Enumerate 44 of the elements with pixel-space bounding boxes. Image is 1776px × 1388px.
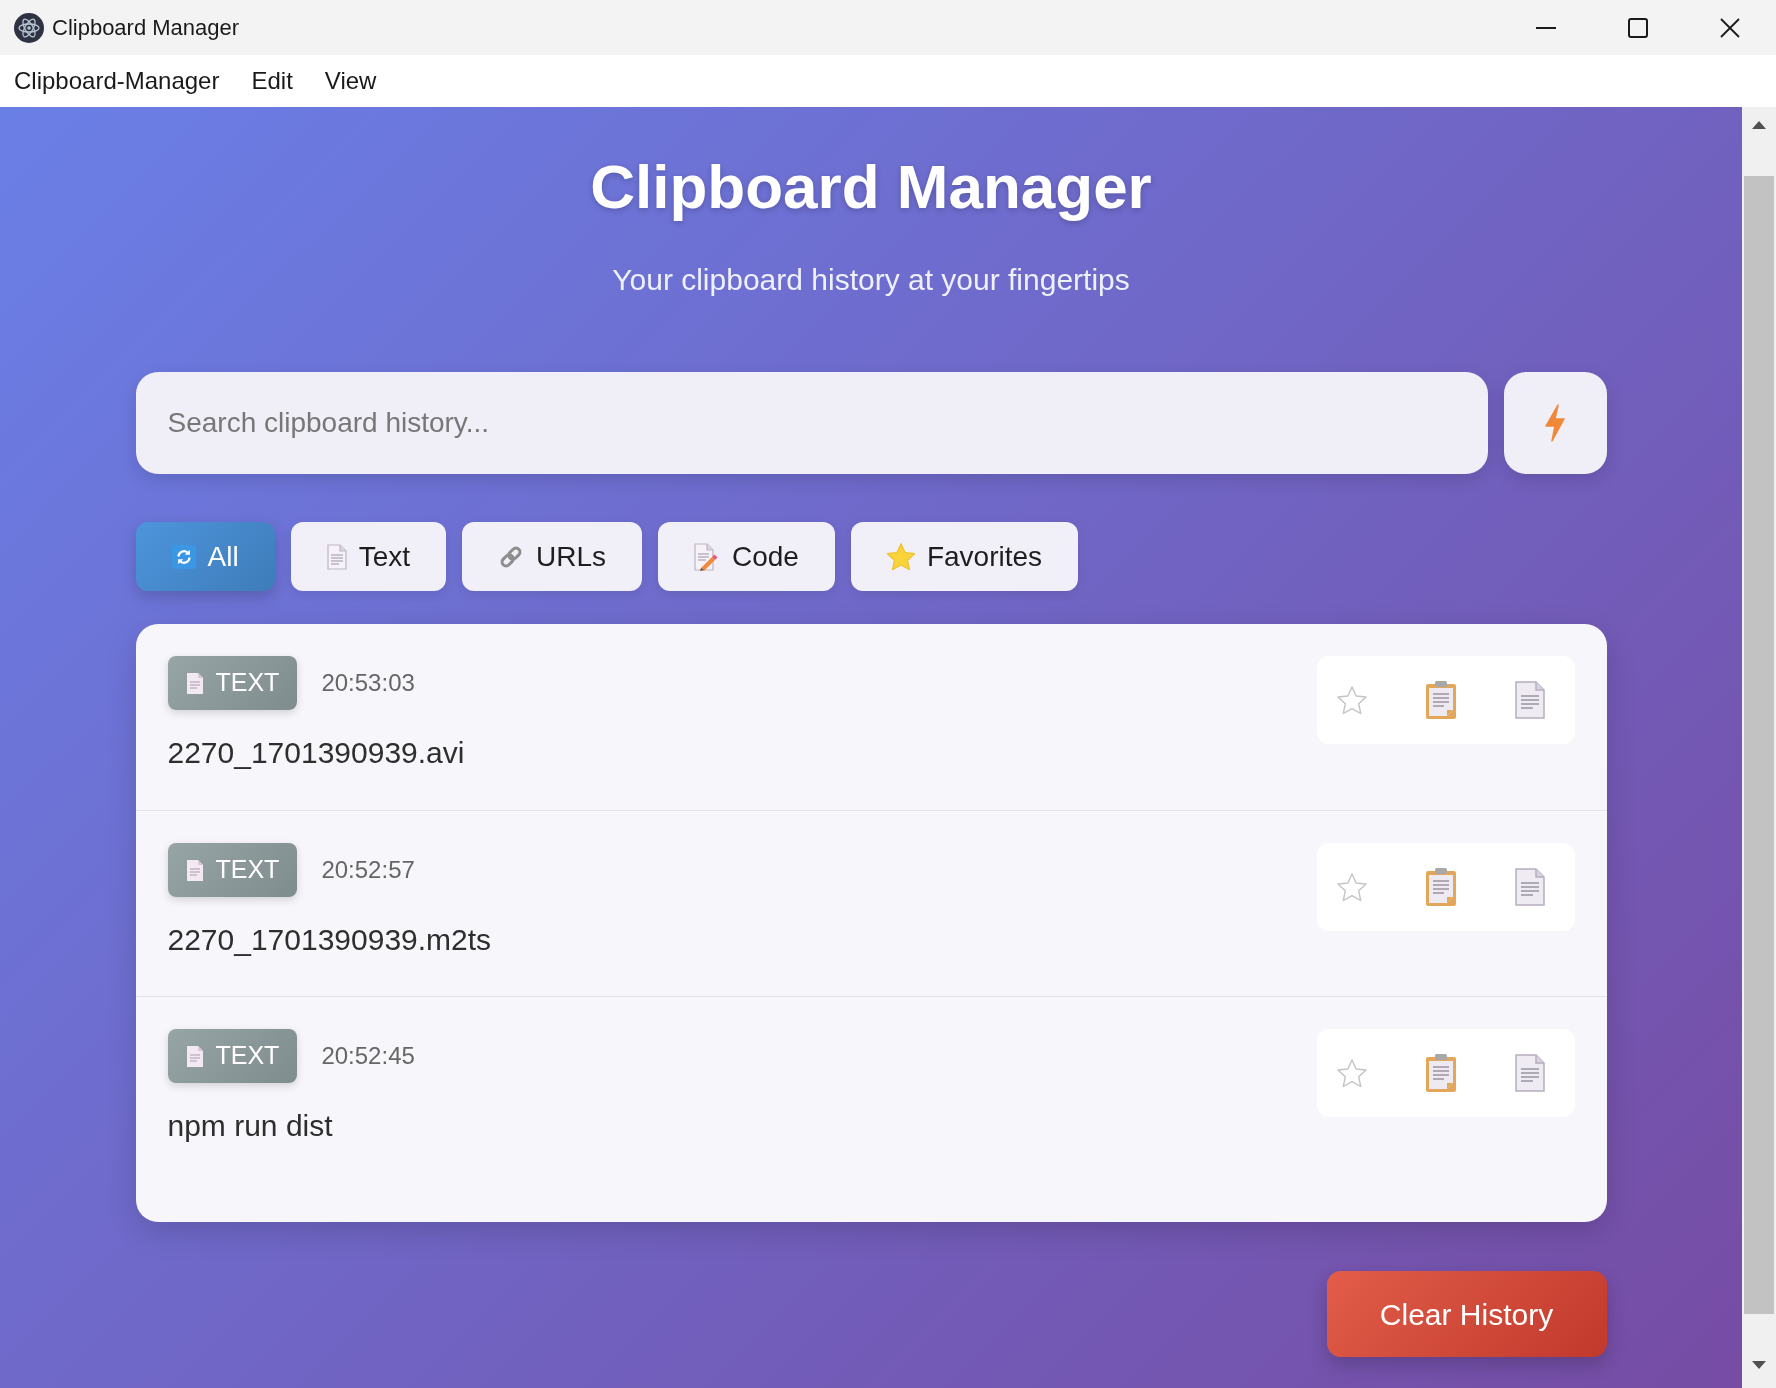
document-pencil-icon: [694, 542, 720, 571]
clipboard-icon: [1425, 868, 1456, 906]
clip-content: 2270_1701390939.m2ts: [167, 922, 492, 958]
timestamp: 20:53:03: [321, 668, 415, 698]
type-badge: TEXT: [167, 656, 298, 710]
type-badge: TEXT: [167, 1029, 298, 1083]
maximize-icon: [1628, 17, 1648, 38]
scroll-up-arrow-icon[interactable]: [1752, 121, 1766, 129]
clear-history-button[interactable]: Clear History: [1326, 1271, 1607, 1357]
refresh-icon: [171, 544, 196, 569]
document-icon: [185, 1044, 204, 1068]
star-icon: [886, 542, 915, 571]
close-icon: [1720, 17, 1740, 38]
document-icon: [185, 671, 204, 695]
document-icon: [185, 858, 204, 882]
quick-action-button[interactable]: [1503, 372, 1607, 474]
scroll-down-arrow-icon[interactable]: [1752, 1361, 1766, 1369]
document-icon: [326, 543, 347, 570]
type-badge: TEXT: [167, 843, 298, 897]
clip-content: npm run dist: [167, 1108, 334, 1144]
clipboard-icon: [1425, 1054, 1456, 1092]
filter-tab[interactable]: Text: [290, 522, 446, 591]
lightning-icon: [1544, 404, 1566, 442]
minimize-icon: [1536, 26, 1556, 29]
clip-content: 2270_1701390939.avi: [167, 735, 465, 771]
document-icon: [1514, 681, 1545, 719]
menu-item[interactable]: Edit: [240, 61, 304, 101]
menu-item[interactable]: View: [313, 61, 388, 101]
filter-tab[interactable]: Code: [658, 522, 835, 591]
app-subtitle: Your clipboard history at your fingertips: [611, 262, 1131, 298]
filter-tab[interactable]: URLs: [462, 522, 642, 591]
filter-tab[interactable]: All: [135, 522, 275, 591]
menu-item[interactable]: Clipboard-Manager: [3, 61, 231, 101]
search-field[interactable]: Search clipboard history...: [135, 372, 1488, 474]
clipboard-icon: [1425, 681, 1456, 719]
atom-logo-icon: [14, 12, 44, 43]
app-title: Clipboard Manager: [589, 151, 1153, 223]
timestamp: 20:52:45: [321, 1041, 415, 1071]
window-title: Clipboard Manager: [52, 14, 240, 42]
filter-tab[interactable]: Favorites: [850, 522, 1079, 591]
document-icon: [1514, 1054, 1545, 1092]
document-icon: [1514, 868, 1545, 906]
timestamp: 20:52:57: [321, 855, 415, 885]
scrollbar-thumb[interactable]: [1744, 176, 1774, 1314]
